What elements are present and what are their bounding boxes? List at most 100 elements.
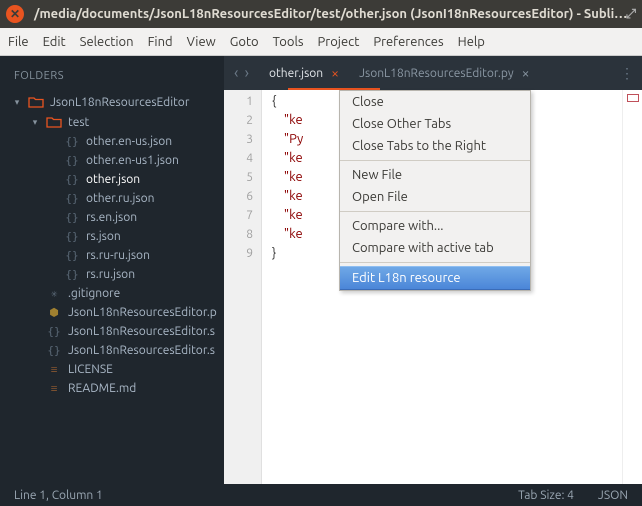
file-item[interactable]: {} other.ru.json	[0, 189, 224, 208]
tab-nav-back-icon[interactable]: ‹	[234, 64, 239, 82]
menu-separator	[340, 262, 530, 263]
window-close-button[interactable]: ✕	[6, 5, 24, 23]
menu-edit[interactable]: Edit	[43, 35, 66, 49]
line-number: 5	[224, 168, 253, 187]
tab-context-menu: CloseClose Other TabsClose Tabs to the R…	[339, 90, 531, 291]
file-label: rs.en.json	[86, 211, 137, 224]
file-icon: ≡	[46, 382, 62, 395]
line-number: 4	[224, 149, 253, 168]
menu-project[interactable]: Project	[318, 35, 360, 49]
file-icon: ≡	[46, 363, 62, 376]
status-tabsize[interactable]: Tab Size: 4	[518, 489, 574, 502]
folder-label: test	[68, 116, 89, 129]
file-label: JsonL18nResourcesEditor.p	[68, 306, 217, 319]
tabbar: ‹ › other.json × JsonL18nResourcesEditor…	[224, 56, 642, 90]
menu-help[interactable]: Help	[458, 35, 485, 49]
file-icon: {}	[64, 135, 80, 148]
file-item[interactable]: {}other.en-us.json	[0, 132, 224, 151]
context-menu-item[interactable]: Edit L18n resource	[340, 266, 530, 290]
folder-icon	[28, 95, 44, 109]
file-icon: {}	[64, 268, 80, 281]
file-item[interactable]: ≡ LICENSE	[0, 360, 224, 379]
file-label: rs.json	[86, 230, 121, 243]
file-label: LICENSE	[68, 363, 113, 376]
context-menu-item[interactable]: Close Other Tabs	[340, 113, 530, 135]
line-number: 2	[224, 111, 253, 130]
menu-view[interactable]: View	[187, 35, 216, 49]
file-item[interactable]: {} JsonL18nResourcesEditor.s	[0, 322, 224, 341]
context-menu-item[interactable]: Compare with...	[340, 215, 530, 237]
file-icon: {}	[46, 325, 62, 338]
line-number: 8	[224, 225, 253, 244]
file-item[interactable]: {}JsonL18nResourcesEditor.s	[0, 341, 224, 360]
minimap[interactable]	[622, 90, 642, 484]
file-item[interactable]: {} other.en-us1.json	[0, 151, 224, 170]
chevron-down-icon: ▾	[30, 117, 40, 128]
line-number: 7	[224, 206, 253, 225]
file-icon: ✳	[46, 287, 62, 300]
tab-label: other.json	[269, 67, 323, 80]
file-icon: {}	[64, 192, 80, 205]
file-label: other.en-us1.json	[86, 154, 179, 167]
file-icon: {}	[64, 154, 80, 167]
file-label: rs.ru.json	[86, 268, 135, 281]
file-icon: {}	[64, 211, 80, 224]
menu-file[interactable]: File	[8, 35, 29, 49]
file-item[interactable]: {} rs.json	[0, 227, 224, 246]
file-icon: ⬢	[46, 306, 62, 319]
folder-label: JsonL18nResourcesEditor	[50, 96, 189, 109]
context-menu-item[interactable]: New File	[340, 164, 530, 186]
folder-icon	[46, 115, 62, 129]
line-gutter: 123456789	[224, 90, 262, 484]
line-number: 9	[224, 244, 253, 263]
statusbar: Line 1, Column 1 Tab Size: 4 JSON	[0, 484, 642, 506]
status-syntax[interactable]: JSON	[598, 489, 628, 502]
file-icon: {}	[64, 173, 80, 186]
tab-close-icon[interactable]: ×	[522, 65, 530, 81]
file-label: JsonL18nResourcesEditor.s	[68, 325, 215, 338]
file-item[interactable]: ✳ .gitignore	[0, 284, 224, 303]
context-menu-item[interactable]: Open File	[340, 186, 530, 208]
file-icon: {}	[46, 344, 62, 357]
tab-label: JsonL18nResourcesEditor.py	[359, 67, 514, 80]
menu-selection[interactable]: Selection	[80, 35, 134, 49]
window-maximize-icon[interactable]: ⤢	[626, 7, 636, 22]
file-item[interactable]: {} rs.ru.json	[0, 265, 224, 284]
menu-goto[interactable]: Goto	[230, 35, 259, 49]
tab-overflow-icon[interactable]: ⋮	[620, 65, 632, 82]
menu-separator	[340, 211, 530, 212]
folder-root[interactable]: ▾ JsonL18nResourcesEditor	[0, 92, 224, 112]
tab-active[interactable]: other.json ×	[259, 58, 349, 88]
line-number: 3	[224, 130, 253, 149]
context-menu-item[interactable]: Close Tabs to the Right	[340, 135, 530, 157]
file-label: rs.ru-ru.json	[86, 249, 150, 262]
file-item[interactable]: {} rs.en.json	[0, 208, 224, 227]
tab-inactive[interactable]: JsonL18nResourcesEditor.py ×	[349, 58, 539, 88]
file-item[interactable]: ≡ README.md	[0, 379, 224, 398]
file-icon: {}	[64, 249, 80, 262]
folder-test[interactable]: ▾ test	[0, 112, 224, 132]
file-item[interactable]: {} rs.ru-ru.json	[0, 246, 224, 265]
menu-find[interactable]: Find	[148, 35, 173, 49]
menubar: File Edit Selection Find View Goto Tools…	[0, 28, 642, 56]
line-number: 6	[224, 187, 253, 206]
file-icon: {}	[64, 230, 80, 243]
status-cursor-pos[interactable]: Line 1, Column 1	[14, 489, 103, 502]
context-menu-item[interactable]: Compare with active tab	[340, 237, 530, 259]
sidebar: FOLDERS ▾ JsonL18nResourcesEditor ▾ test…	[0, 56, 224, 484]
file-label: README.md	[68, 382, 136, 395]
chevron-down-icon: ▾	[12, 97, 22, 108]
menu-separator	[340, 160, 530, 161]
tab-nav-forward-icon[interactable]: ›	[245, 64, 250, 82]
file-item[interactable]: {}other.json	[0, 170, 224, 189]
menu-preferences[interactable]: Preferences	[373, 35, 443, 49]
menu-tools[interactable]: Tools	[273, 35, 304, 49]
tab-close-icon[interactable]: ×	[331, 65, 339, 81]
window-title: /media/documents/JsonL18nResourcesEditor…	[34, 7, 627, 21]
minimap-viewport	[627, 94, 639, 102]
line-number: 1	[224, 92, 253, 111]
context-menu-item[interactable]: Close	[340, 91, 530, 113]
file-item[interactable]: ⬢ JsonL18nResourcesEditor.p	[0, 303, 224, 322]
file-label: other.ru.json	[86, 192, 155, 205]
file-label: .gitignore	[68, 287, 120, 300]
